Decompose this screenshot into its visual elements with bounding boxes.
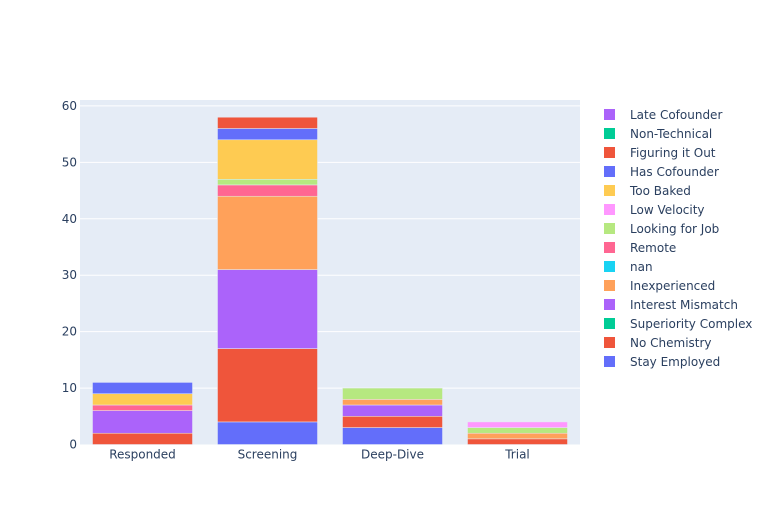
bar-segment-stay-employed-deep-dive[interactable]	[342, 427, 443, 445]
legend-label: Stay Employed	[630, 355, 720, 369]
bar-segment-has-cofounder-responded[interactable]	[92, 382, 193, 394]
legend-item[interactable]: Late Cofounder	[604, 108, 722, 122]
legend-swatch	[604, 166, 615, 177]
y-tick-label: 10	[62, 381, 77, 395]
legend-swatch	[604, 356, 615, 367]
legend-label: Low Velocity	[630, 203, 705, 217]
y-tick-label: 60	[62, 99, 77, 113]
legend-item[interactable]: Figuring it Out	[604, 146, 716, 160]
legend-label: Has Cofounder	[630, 165, 719, 179]
legend-swatch	[604, 242, 615, 253]
x-axis-ticks: Responded Screening Deep-Dive Trial	[109, 448, 530, 462]
bar-segment-no-chemistry-responded[interactable]	[92, 432, 193, 445]
legend-swatch	[604, 147, 615, 158]
bar-segment-interest-mismatch-responded[interactable]	[92, 410, 193, 434]
legend-swatch	[604, 337, 615, 348]
legend-label: Inexperienced	[630, 279, 715, 293]
legend-item[interactable]: Stay Employed	[604, 355, 720, 369]
legend-item[interactable]: Superiority Complex	[604, 317, 752, 331]
bar-segment-no-chemistry-screening[interactable]	[217, 348, 318, 423]
legend-swatch	[604, 185, 615, 196]
bar-segment-too-baked-responded[interactable]	[92, 393, 193, 406]
legend-label: nan	[630, 260, 653, 274]
legend-label: Looking for Job	[630, 222, 719, 236]
y-tick-label: 0	[69, 438, 77, 452]
bar-segment-interest-mismatch-screening[interactable]	[217, 269, 318, 349]
bar-segment-has-cofounder-screening[interactable]	[217, 128, 318, 141]
bar-segment-inexperienced-trial[interactable]	[467, 432, 568, 440]
legend-swatch	[604, 223, 615, 234]
x-tick-label: Deep-Dive	[361, 448, 424, 462]
bar-segment-figuring-it-out-screening[interactable]	[217, 116, 318, 129]
legend-item[interactable]: Too Baked	[604, 184, 691, 198]
bar-segment-inexperienced-deep-dive[interactable]	[342, 399, 443, 406]
legend-label: Interest Mismatch	[630, 298, 738, 312]
legend-item[interactable]: Non-Technical	[604, 127, 712, 141]
legend-swatch	[604, 261, 615, 272]
legend-label: Figuring it Out	[630, 146, 716, 160]
legend-item[interactable]: Inexperienced	[604, 279, 715, 293]
y-axis-ticks: 0 10 20 30 40 50 60	[62, 99, 77, 452]
legend-label: Superiority Complex	[630, 317, 752, 331]
legend-label: Non-Technical	[630, 127, 712, 141]
bar-segment-no-chemistry-trial[interactable]	[467, 438, 568, 445]
legend-swatch	[604, 109, 615, 120]
legend-label: Remote	[630, 241, 676, 255]
legend-item[interactable]: Has Cofounder	[604, 165, 719, 179]
bar-segment-looking-for-job-screening[interactable]	[217, 179, 318, 186]
legend-swatch	[604, 128, 615, 139]
bar-segment-inexperienced-screening[interactable]	[217, 195, 318, 270]
bar-segment-looking-for-job-deep-dive[interactable]	[342, 387, 443, 400]
legend-label: Too Baked	[629, 184, 691, 198]
x-tick-label: Trial	[504, 448, 530, 462]
y-tick-label: 50	[62, 155, 77, 169]
bar-segment-low-velocity-trial[interactable]	[467, 421, 568, 428]
x-tick-label: Screening	[238, 448, 298, 462]
legend: Late Cofounder Non-Technical Figuring it O…	[604, 108, 752, 369]
bar-segment-remote-screening[interactable]	[217, 184, 318, 197]
legend-label: No Chemistry	[630, 336, 712, 350]
y-tick-label: 40	[62, 212, 77, 226]
legend-swatch	[604, 204, 615, 215]
bar-segment-looking-for-job-trial[interactable]	[467, 427, 568, 434]
bar-segment-interest-mismatch-deep-dive[interactable]	[342, 404, 443, 417]
legend-item[interactable]: No Chemistry	[604, 336, 712, 350]
bar-segment-too-baked-screening[interactable]	[217, 139, 318, 180]
legend-swatch	[604, 299, 615, 310]
legend-swatch	[604, 318, 615, 329]
bar-segment-stay-employed-screening[interactable]	[217, 421, 318, 445]
y-tick-label: 30	[62, 268, 77, 282]
y-tick-label: 20	[62, 325, 77, 339]
stacked-bar-chart: 0 10 20 30 40 50 60 Responded Screening Deep-Div…	[62, 99, 753, 462]
x-tick-label: Responded	[109, 448, 176, 462]
bar-segment-no-chemistry-deep-dive[interactable]	[342, 416, 443, 428]
legend-item[interactable]: Low Velocity	[604, 203, 705, 217]
legend-item[interactable]: Interest Mismatch	[604, 298, 738, 312]
legend-item[interactable]: Remote	[604, 241, 676, 255]
legend-swatch	[604, 280, 615, 291]
legend-label: Late Cofounder	[630, 108, 722, 122]
bar-segment-remote-responded[interactable]	[92, 404, 193, 411]
legend-item[interactable]: Looking for Job	[604, 222, 719, 236]
legend-item[interactable]: nan	[604, 260, 653, 274]
